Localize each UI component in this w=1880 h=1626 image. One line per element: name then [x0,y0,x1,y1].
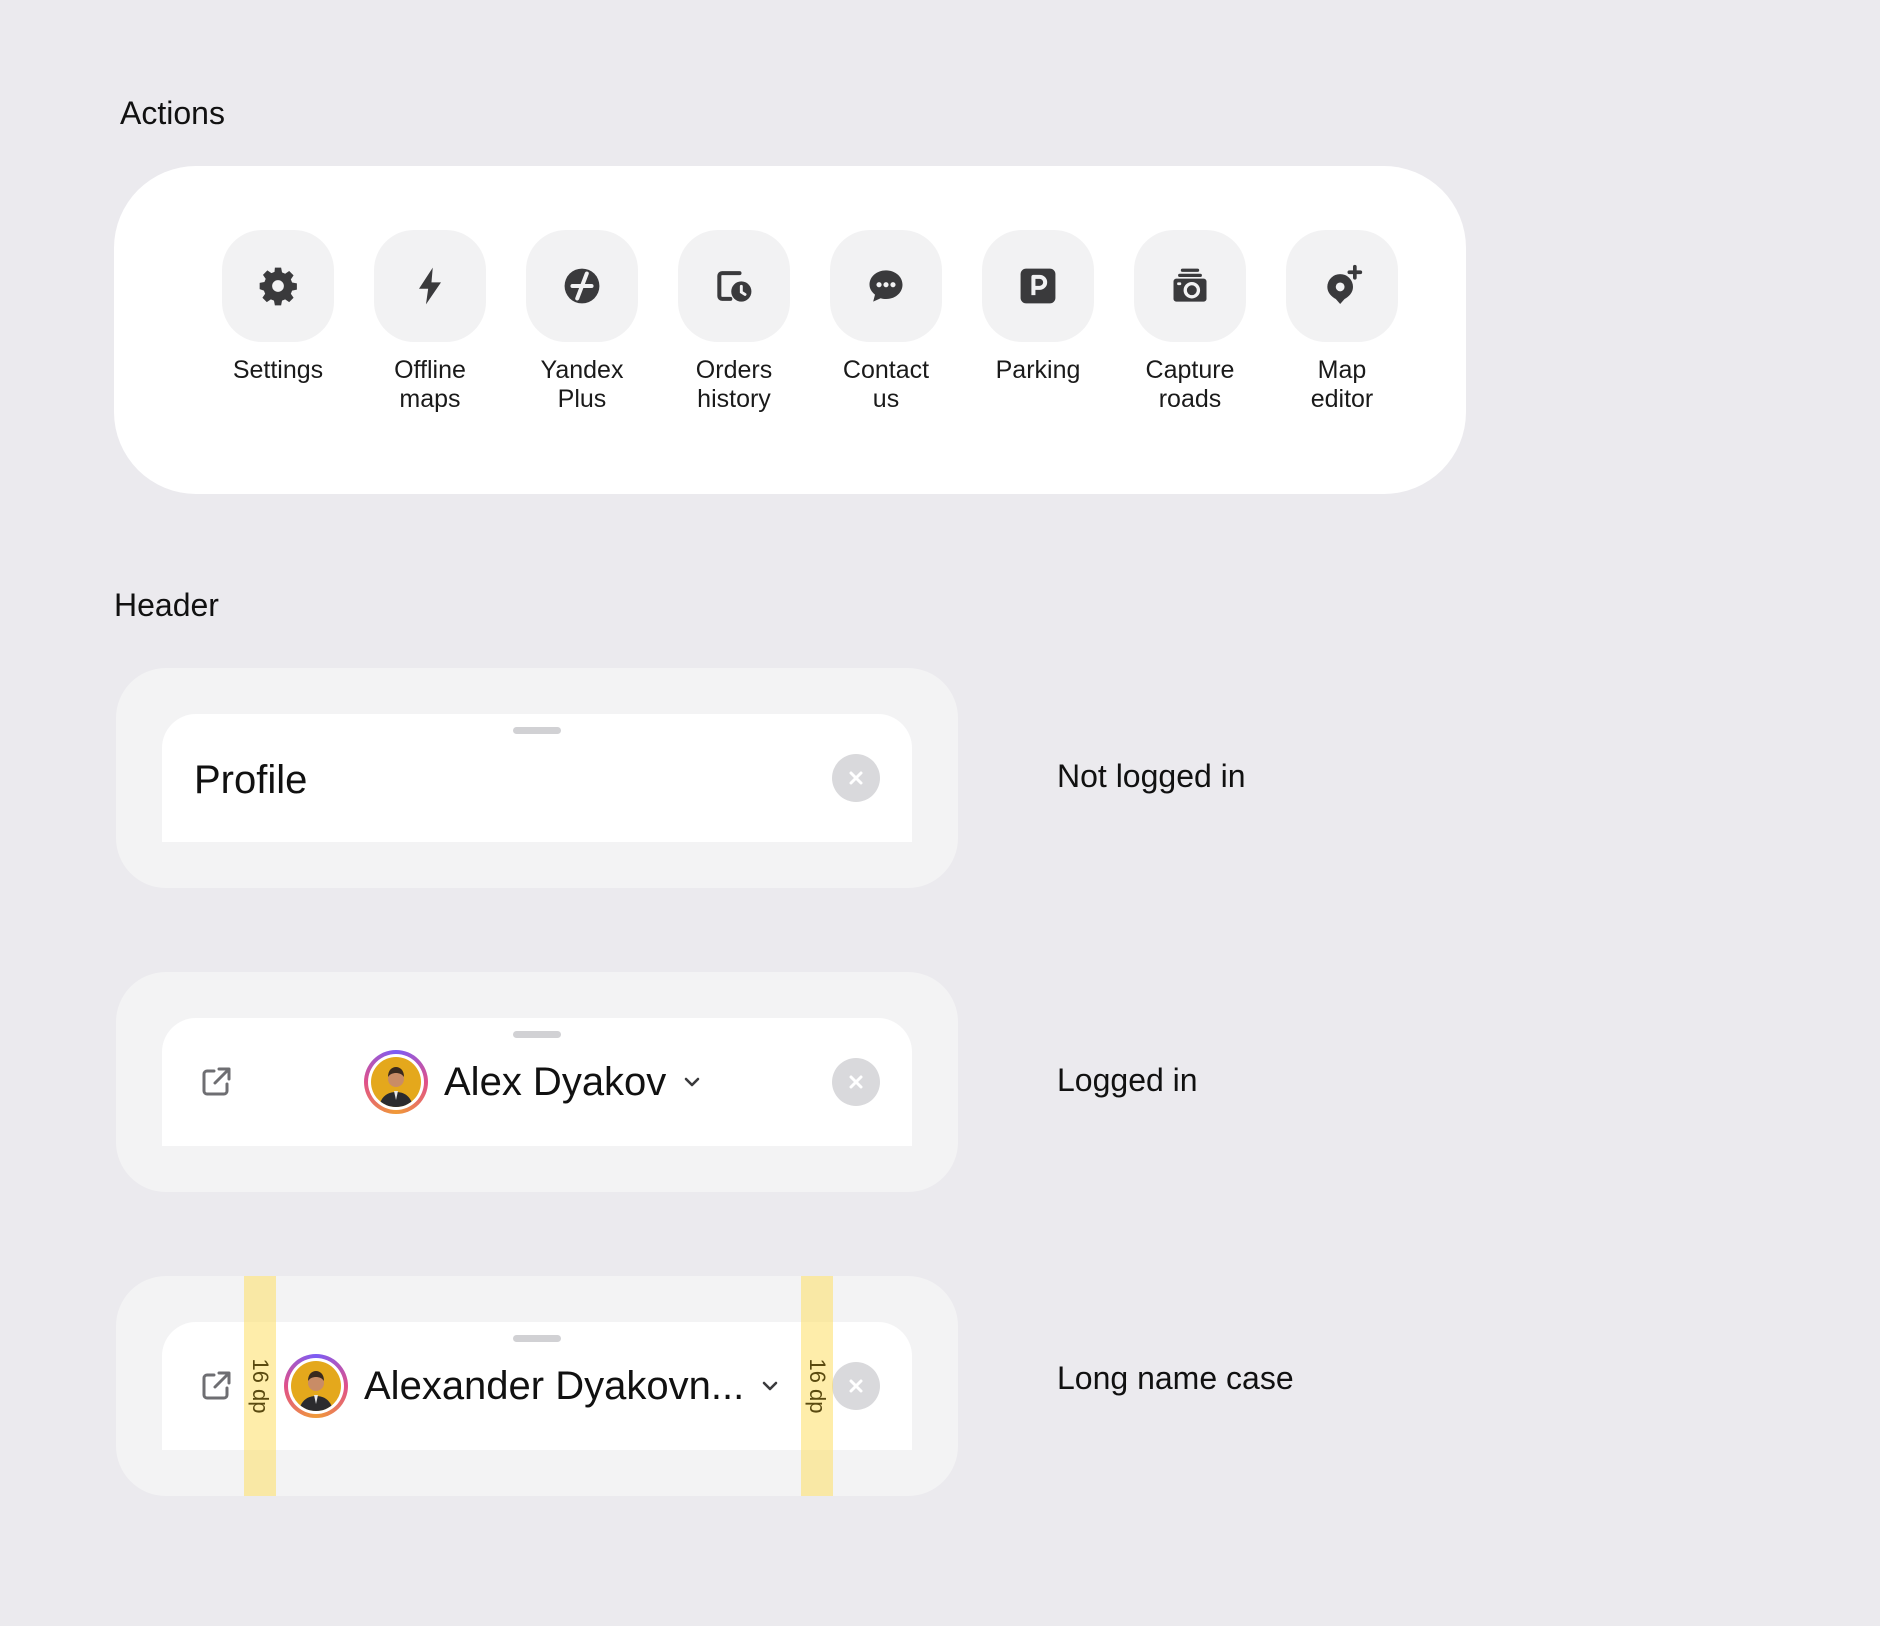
sheet-grabber[interactable] [513,1031,561,1038]
action-contact-us[interactable]: Contact us [806,230,966,414]
action-label: Parking [995,356,1081,384]
chevron-down-icon [685,1077,700,1087]
sheet-grabber[interactable] [513,1335,561,1342]
action-parking[interactable]: Parking [958,230,1118,385]
yandex-plus-icon [526,230,638,342]
user-name: Alexander Dyakovn... [364,1364,745,1408]
map-pin-plus-icon [1286,230,1398,342]
share-button[interactable] [198,1064,234,1100]
share-icon [202,1371,231,1400]
user-name: Alex Dyakov [444,1060,667,1104]
header-sheet: Alex Dyakov [162,1018,912,1146]
action-settings[interactable]: Settings [198,230,358,385]
action-label: Map editor [1310,356,1374,413]
chat-bubble-icon [830,230,942,342]
account-switcher[interactable]: Alex Dyakov [364,1048,704,1116]
share-icon [202,1067,231,1096]
actions-section-title: Actions [120,95,225,131]
action-label: Yandex Plus [540,356,624,413]
avatar-photo [371,1057,421,1107]
account-switcher[interactable]: Alexander Dyakovn... [284,1352,782,1420]
state-label-logged-in: Logged in [1057,1062,1198,1098]
action-label: Settings [232,356,324,384]
gear-icon [222,230,334,342]
state-label-not-logged-in: Not logged in [1057,758,1246,794]
header-variant-logged-in: Alex Dyakov [116,972,958,1192]
action-label: Contact us [842,356,930,413]
header-variant-long-name: Alexander Dyakovn... 16 dp 16 dp [116,1276,958,1496]
action-capture-roads[interactable]: Capture roads [1110,230,1270,414]
orders-history-icon [678,230,790,342]
close-icon [849,771,863,785]
header-section-title: Header [114,587,219,623]
sheet-grabber[interactable] [513,727,561,734]
spacing-label: 16 dp [805,1358,830,1414]
action-label: Orders history [695,356,773,413]
actions-card: Settings Offline maps Yandex Plus Orders… [114,166,1466,494]
action-label: Capture roads [1145,356,1235,413]
avatar [284,1354,348,1418]
header-sheet: Profile [162,714,912,842]
state-label-long-name: Long name case [1057,1360,1294,1396]
action-offline-maps[interactable]: Offline maps [350,230,510,414]
avatar-photo [291,1361,341,1411]
spacing-label: 16 dp [248,1358,273,1414]
profile-title: Profile [194,758,308,802]
chevron-down-icon [762,1381,778,1391]
spacing-guide-left: 16 dp [244,1276,276,1496]
avatar [364,1050,428,1114]
close-button[interactable] [832,1058,880,1106]
action-orders-history[interactable]: Orders history [654,230,814,414]
parking-icon [982,230,1094,342]
spacing-guide-right: 16 dp [801,1276,833,1496]
close-button[interactable] [832,1362,880,1410]
action-yandex-plus[interactable]: Yandex Plus [502,230,662,414]
lightning-icon [374,230,486,342]
close-icon [849,1075,863,1089]
close-icon [849,1379,863,1393]
action-map-editor[interactable]: Map editor [1262,230,1422,414]
share-button[interactable] [198,1368,234,1404]
header-variant-not-logged-in: Profile [116,668,958,888]
action-label: Offline maps [394,356,466,413]
close-button[interactable] [832,754,880,802]
camera-icon [1134,230,1246,342]
